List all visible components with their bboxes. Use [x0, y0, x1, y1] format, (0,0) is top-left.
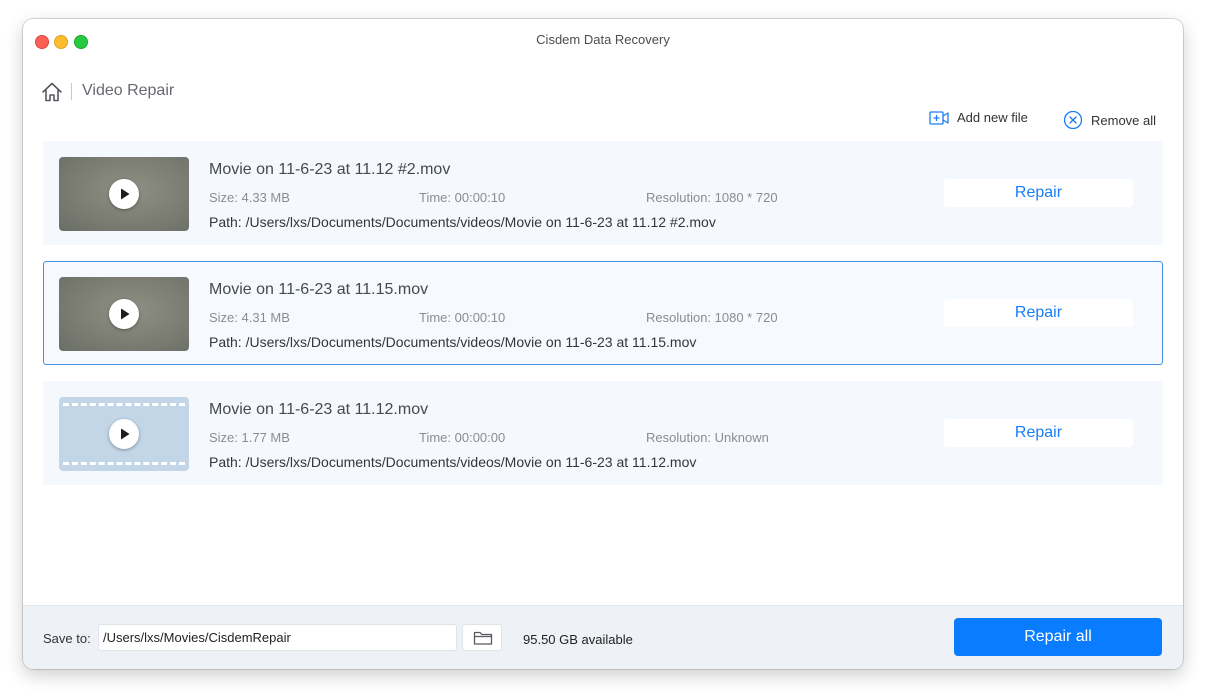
repair-button[interactable]: Repair [944, 419, 1133, 447]
window-title: Cisdem Data Recovery [536, 32, 670, 47]
remove-all-label: Remove all [1091, 112, 1157, 128]
repair-all-button[interactable]: Repair all [954, 618, 1162, 656]
file-resolution: Resolution: 1080 * 720 [646, 310, 778, 325]
video-thumbnail[interactable] [59, 277, 189, 351]
play-icon[interactable] [109, 179, 139, 209]
repair-button[interactable]: Repair [944, 299, 1133, 327]
available-space: 95.50 GB available [523, 632, 633, 647]
play-icon[interactable] [109, 419, 139, 449]
file-resolution: Resolution: 1080 * 720 [646, 190, 778, 205]
file-list-item[interactable]: Movie on 11-6-23 at 11.12 #2.mov Size: 4… [43, 141, 1163, 245]
file-path: Path: /Users/lxs/Documents/Documents/vid… [209, 214, 716, 230]
video-thumbnail-placeholder[interactable] [59, 397, 189, 471]
file-name: Movie on 11-6-23 at 11.12 #2.mov [209, 161, 451, 178]
file-name: Movie on 11-6-23 at 11.15.mov [209, 281, 429, 298]
save-path-field[interactable]: /Users/lxs/Movies/CisdemRepair [98, 624, 457, 651]
file-path: Path: /Users/lxs/Documents/Documents/vid… [209, 454, 697, 470]
file-duration: Time: 00:00:10 [419, 310, 506, 325]
file-duration: Time: 00:00:10 [419, 190, 506, 205]
file-size: Size: 1.77 MB [209, 430, 290, 445]
folder-icon [473, 631, 493, 645]
play-icon[interactable] [109, 299, 139, 329]
browse-folder-button[interactable] [462, 624, 502, 651]
page-title: Video Repair [82, 82, 175, 99]
save-to-label: Save to: [43, 631, 91, 646]
file-name: Movie on 11-6-23 at 11.12.mov [209, 401, 429, 418]
add-new-file-button[interactable]: Add new file [929, 110, 1028, 125]
add-new-file-label: Add new file [957, 110, 1028, 125]
file-size: Size: 4.33 MB [209, 190, 290, 205]
breadcrumb-divider [71, 83, 72, 100]
file-list-item-selected[interactable]: Movie on 11-6-23 at 11.15.mov Size: 4.31… [43, 261, 1163, 365]
circle-x-icon [1063, 110, 1083, 130]
footer-bar: Save to: /Users/lxs/Movies/CisdemRepair … [23, 605, 1183, 669]
video-thumbnail[interactable] [59, 157, 189, 231]
file-path: Path: /Users/lxs/Documents/Documents/vid… [209, 334, 697, 350]
app-window: Cisdem Data Recovery Video Repair Add ne… [23, 19, 1183, 669]
add-video-icon [929, 110, 949, 125]
file-size: Size: 4.31 MB [209, 310, 290, 325]
file-duration: Time: 00:00:00 [419, 430, 506, 445]
file-list-item[interactable]: Movie on 11-6-23 at 11.12.mov Size: 1.77… [43, 381, 1163, 485]
repair-button[interactable]: Repair [944, 179, 1133, 207]
file-resolution: Resolution: Unknown [646, 430, 769, 445]
remove-all-button[interactable]: Remove all [1063, 110, 1156, 130]
home-icon[interactable] [41, 81, 63, 103]
